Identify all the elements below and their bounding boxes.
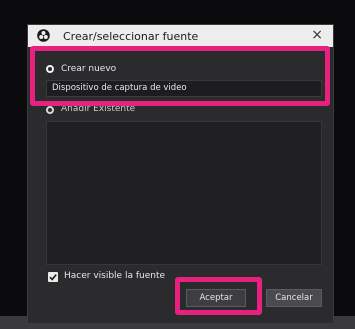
cancel-button[interactable]: Cancelar xyxy=(266,289,322,307)
add-existing-label: Añadir Existente xyxy=(61,104,136,114)
accept-button[interactable]: Aceptar xyxy=(186,289,246,307)
make-visible-label: Hacer visible la fuente xyxy=(64,271,166,281)
checkmark-icon xyxy=(49,274,57,281)
dialog-titlebar: Crear/seleccionar fuente × xyxy=(28,25,333,47)
create-select-source-dialog: Crear/seleccionar fuente × Crear nuevo D… xyxy=(27,24,334,324)
obs-logo-icon xyxy=(37,29,50,42)
add-existing-radio[interactable] xyxy=(46,106,54,114)
dialog-title: Crear/seleccionar fuente xyxy=(63,30,199,43)
close-icon[interactable]: × xyxy=(311,27,323,43)
make-visible-checkbox[interactable] xyxy=(48,272,58,282)
create-new-label: Crear nuevo xyxy=(61,64,117,74)
source-name-input[interactable]: Dispositivo de captura de video xyxy=(46,80,322,97)
create-new-radio[interactable] xyxy=(46,65,54,73)
existing-sources-list[interactable] xyxy=(46,121,322,265)
